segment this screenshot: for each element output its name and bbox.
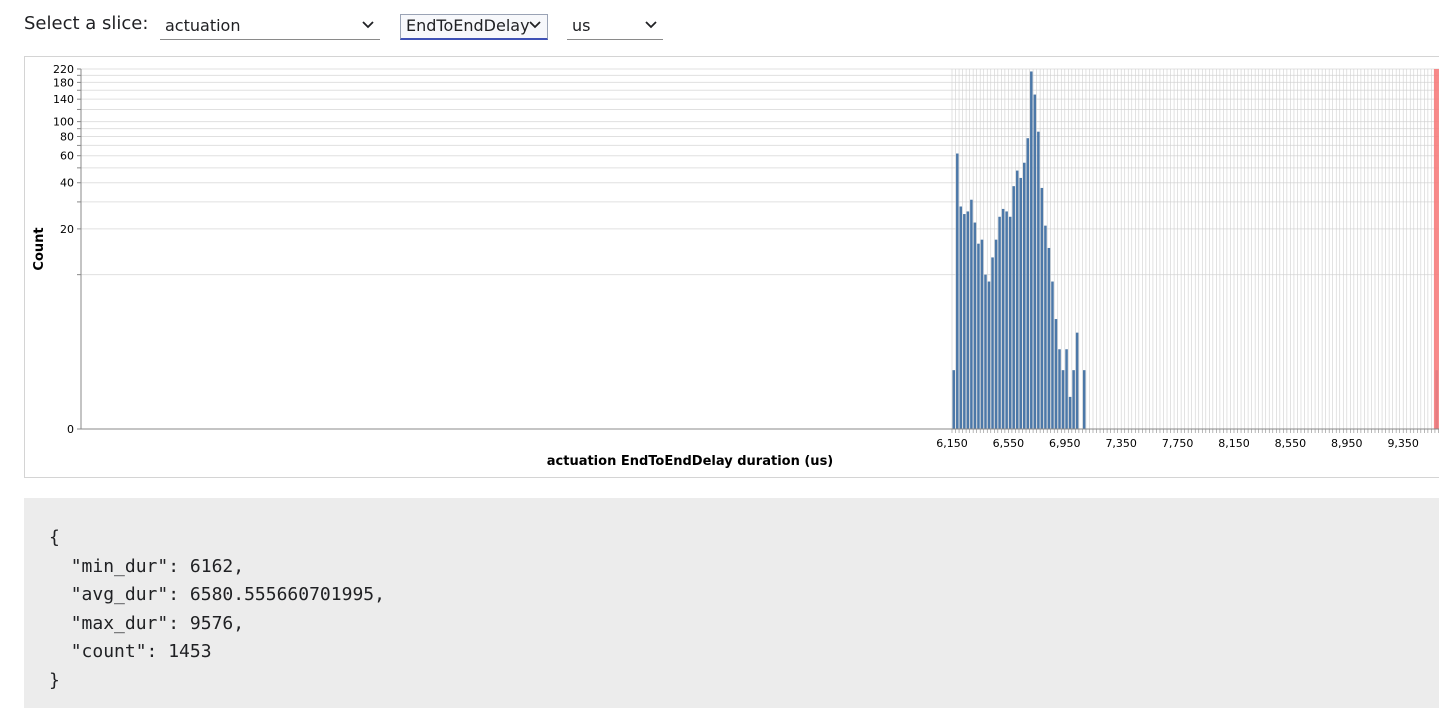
histogram-bar [1026,138,1030,429]
y-axis-title: Count [32,227,47,270]
unit-select[interactable]: us [567,14,663,40]
histogram-bar [1033,94,1037,430]
y-tick-label: 0 [67,423,74,436]
histogram-bar [1044,225,1047,429]
stats-close-brace: } [49,669,60,691]
y-tick-label: 140 [53,93,74,106]
x-tick-label: 6,550 [993,437,1025,450]
histogram-bar [1072,370,1075,429]
histogram-bar [1040,187,1044,429]
histogram-panel: 0 20 40 60 80 100 140 180 220 6,150 6,550 6,950 7,3… [24,56,1439,478]
y-tick-label: 40 [60,177,74,190]
threshold-rule [1433,69,1439,429]
histogram-bar [980,239,984,429]
x-tick-label: 9,350 [1387,437,1419,450]
histogram-bar [998,216,1001,429]
histogram-bar [963,214,966,429]
x-axis: 6,150 6,550 6,950 7,350 7,750 8,150 8,550 8,950… [81,428,1439,450]
histogram-bar [1008,216,1012,429]
histogram-bar [994,239,998,429]
chevron-down-icon [645,21,657,29]
x-tick-label: 8,550 [1275,437,1307,450]
x-tick-label: 8,150 [1218,437,1250,450]
horizontal-grid [81,68,1439,276]
chevron-down-icon [362,21,374,29]
histogram-bar [959,206,963,429]
y-tick-label: 60 [60,150,74,163]
histogram-bar [973,222,977,429]
histogram-bar [987,281,991,429]
histogram-bar [1082,370,1086,429]
metric-select-value: EndToEndDelay [406,16,530,35]
histogram-bar [1068,396,1072,429]
x-tick-label: 6,150 [936,437,968,450]
stats-line-avg: "avg_dur": 6580.555660701995, [70,584,385,606]
stats-line-max: "max_dur": 9576, [70,612,245,634]
stats-json: { "min_dur": 6162, "avg_dur": 6580.55566… [49,524,385,696]
x-tick-label: 7,350 [1105,437,1137,450]
unit-select-value: us [572,16,591,35]
histogram-bar [1061,370,1065,429]
stats-open-brace: { [49,527,60,548]
slice-select[interactable]: actuation [160,14,380,40]
y-axis: 0 20 40 60 80 100 140 180220 [53,63,82,436]
x-tick-label: 8,950 [1331,437,1363,450]
metric-select[interactable]: EndToEndDelay [400,14,548,40]
histogram-bar [1058,349,1061,429]
histogram-bar [991,257,994,429]
histogram-bar [1015,170,1019,429]
histogram-bar [952,370,956,429]
y-tick-label: 80 [60,131,74,144]
stats-line-min: "min_dur": 6162, [70,555,245,577]
histogram-bar [1005,211,1008,429]
chevron-down-icon [529,21,541,29]
histogram-bar [1051,281,1054,429]
histogram-chart[interactable]: 0 20 40 60 80 100 140 180220 6,150 6,550 6,950 7,3… [25,57,1439,478]
histogram-bar [1001,208,1005,429]
x-tick-label: 6,950 [1049,437,1081,450]
x-tick-label: 7,750 [1162,437,1194,450]
y-tick-label: 220 [53,63,74,76]
histogram-bar [1012,186,1015,429]
histogram-bar [1054,319,1058,429]
slice-label: Select a slice: [24,13,149,34]
slice-select-value: actuation [165,16,241,35]
histogram-bar [977,243,980,429]
stats-panel: { "min_dur": 6162, "avg_dur": 6580.55566… [24,498,1439,708]
x-axis-title: actuation EndToEndDelay duration (us) [547,454,834,469]
y-tick-label: 100 [53,116,74,129]
histogram-bar [1030,71,1033,429]
histogram-bar [970,199,973,429]
histogram-bar [1023,162,1026,429]
threshold-line [1433,69,1439,429]
histogram-bar [1019,177,1022,429]
histogram-bar [956,153,959,429]
histogram-bar [1047,247,1051,429]
histogram-bar [1037,131,1040,429]
histogram-bar [984,274,987,429]
histogram-bar [966,211,970,429]
stats-line-count: "count": 1453 [70,641,212,663]
histogram-bar [1075,332,1079,429]
y-tick-label: 180 [53,76,74,89]
y-tick-label: 20 [60,223,74,236]
histogram-bar [1065,349,1068,429]
